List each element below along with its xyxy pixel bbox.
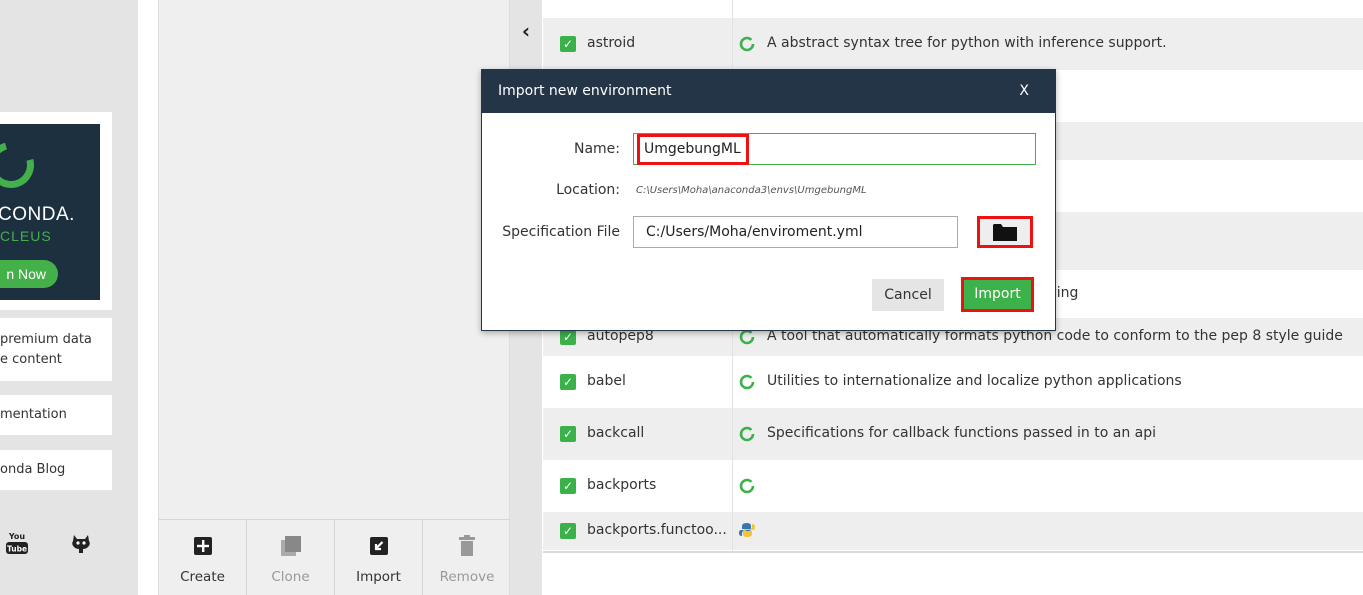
anaconda-blog-link[interactable]: onda Blog [0, 450, 112, 490]
status-ring-icon [739, 36, 755, 52]
package-row[interactable]: ✓ backports [543, 460, 1363, 512]
package-row[interactable]: ✓ backports.functoo... [543, 512, 1363, 550]
clone-icon [279, 534, 303, 558]
name-highlight [637, 134, 749, 165]
import-button[interactable]: Import [961, 277, 1034, 312]
status-ring-icon [739, 374, 755, 390]
package-checkbox[interactable]: ✓ [560, 478, 576, 494]
status-ring-icon [739, 478, 755, 494]
remove-label: Remove [439, 569, 495, 585]
package-checkbox[interactable]: ✓ [560, 426, 576, 442]
ad-brand-text: CONDA. [0, 204, 75, 225]
cancel-button[interactable]: Cancel [872, 279, 944, 311]
dialog-title: Import new environment [498, 83, 672, 99]
package-name: backports [587, 477, 657, 493]
package-name: astroid [587, 35, 636, 51]
status-ring-icon [739, 426, 755, 442]
package-checkbox[interactable]: ✓ [560, 329, 576, 345]
status-ring-icon [739, 329, 755, 345]
github-icon[interactable] [70, 532, 92, 554]
ad-join-button[interactable]: n Now [0, 260, 58, 288]
spec-file-label: Specification File [502, 224, 620, 240]
environments-panel: Create Clone Import Remove [158, 0, 511, 595]
import-environment-dialog: Import new environment X Name: UmgebungM… [481, 69, 1056, 331]
svg-text:Tube: Tube [7, 545, 27, 554]
remove-button[interactable]: Remove [423, 520, 511, 595]
plus-square-icon [191, 534, 215, 558]
home-sidebar: CONDA. CLEUS n Now premium data e conten… [0, 0, 138, 595]
dialog-close-button[interactable]: X [1019, 70, 1029, 113]
youtube-icon[interactable]: You Tube [6, 530, 28, 556]
folder-icon [993, 224, 1017, 241]
package-row[interactable]: ✓ babel Utilities to internationalize and … [543, 356, 1363, 408]
package-description: A abstract syntax tree for python with i… [767, 35, 1167, 51]
create-label: Create [180, 569, 225, 585]
premium-content-line1: premium data [0, 332, 92, 347]
svg-text:You: You [8, 532, 26, 541]
ad-sub-text: CLEUS [0, 228, 52, 244]
package-description: Specifications for callback functions pa… [767, 425, 1157, 441]
python-logo-icon [739, 523, 755, 537]
clone-button[interactable]: Clone [247, 520, 335, 595]
name-label: Name: [573, 141, 620, 157]
documentation-label: mentation [0, 407, 67, 422]
browse-folder-button[interactable] [977, 216, 1033, 248]
ad-banner[interactable]: CONDA. CLEUS n Now [0, 124, 100, 300]
package-checkbox[interactable]: ✓ [560, 523, 576, 539]
anaconda-logo-icon [0, 133, 43, 197]
package-checkbox[interactable]: ✓ [560, 374, 576, 390]
package-row[interactable]: ✓ astroid A abstract syntax tree for pytho… [543, 18, 1363, 70]
import-env-label: Import [356, 569, 401, 585]
package-checkbox[interactable]: ✓ [560, 36, 576, 52]
collapse-chevron-icon[interactable]: ‹ [518, 20, 534, 42]
location-value: C:\Users\Moha\anaconda3\envs\UmgebungML [636, 185, 867, 196]
premium-content-line2: e content [0, 352, 62, 367]
import-icon [367, 534, 391, 558]
blog-label: onda Blog [0, 462, 66, 477]
package-name: backcall [587, 425, 645, 441]
clone-label: Clone [271, 569, 310, 585]
premium-content-link[interactable]: premium data e content [0, 318, 112, 381]
location-label: Location: [556, 182, 620, 198]
package-description: Utilities to internationalize and locali… [767, 373, 1182, 389]
anaconda-nucleus-ad[interactable]: CONDA. CLEUS n Now [0, 112, 112, 310]
dialog-header: Import new environment X [482, 70, 1055, 113]
trash-icon [455, 534, 479, 558]
import-env-button[interactable]: Import [335, 520, 423, 595]
spec-file-input[interactable]: C:/Users/Moha/enviroment.yml [633, 216, 958, 248]
create-button[interactable]: Create [159, 520, 247, 595]
documentation-link[interactable]: mentation [0, 395, 112, 435]
environment-toolbar: Create Clone Import Remove [159, 519, 511, 595]
package-name: backports.functoo... [587, 522, 727, 538]
package-name: babel [587, 373, 626, 389]
package-row[interactable]: ✓ backcall Specifications for callback fun… [543, 408, 1363, 460]
